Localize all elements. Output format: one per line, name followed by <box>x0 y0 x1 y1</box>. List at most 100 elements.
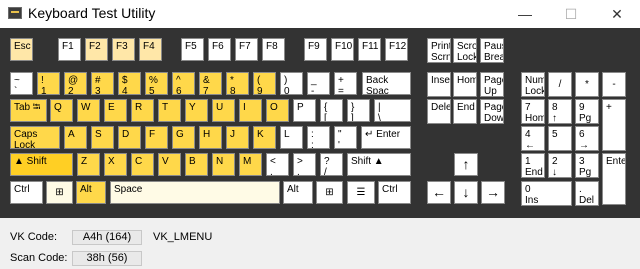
key-home[interactable]: Home <box>453 72 477 97</box>
key-enter[interactable]: ↵ Enter <box>361 126 411 149</box>
key-num-enter[interactable]: Ente <box>602 153 626 205</box>
key-num-8[interactable]: 8 ↑ <box>548 99 572 124</box>
key-left-shift[interactable]: ▲ Shift <box>10 153 73 176</box>
key-a[interactable]: A <box>64 126 87 149</box>
key-num-divide[interactable]: / <box>548 72 572 97</box>
key-g[interactable]: G <box>172 126 195 149</box>
key-backslash[interactable]: | \ <box>374 99 411 122</box>
key-num-plus[interactable]: + <box>602 99 626 151</box>
key-w[interactable]: W <box>77 99 100 122</box>
key-f1[interactable]: F1 <box>58 38 81 61</box>
key-insert[interactable]: Inser <box>427 72 451 97</box>
key-5[interactable]: % 5 <box>145 72 168 95</box>
key-7[interactable]: & 7 <box>199 72 222 95</box>
key-f3[interactable]: F3 <box>112 38 135 61</box>
key-num-0[interactable]: 0 Ins <box>521 181 572 206</box>
key-e[interactable]: E <box>104 99 127 122</box>
key-1[interactable]: ! 1 <box>37 72 60 95</box>
key-n[interactable]: N <box>212 153 235 176</box>
key-y[interactable]: Y <box>185 99 208 122</box>
key-6[interactable]: ^ 6 <box>172 72 195 95</box>
key-slash[interactable]: ? / <box>320 153 343 176</box>
key-t[interactable]: T <box>158 99 181 122</box>
key-num-4[interactable]: 4 ← <box>521 126 545 151</box>
key-menu[interactable]: ☰ <box>347 181 375 204</box>
key-backtick[interactable]: ~ ` <box>10 72 33 95</box>
key-b[interactable]: B <box>185 153 208 176</box>
key-print-screen[interactable]: Print Scrn <box>427 38 451 63</box>
key-arrow-right[interactable]: → <box>481 181 505 204</box>
key-num-decimal[interactable]: . Del <box>575 181 599 206</box>
key-f11[interactable]: F11 <box>358 38 381 61</box>
key-left-alt[interactable]: Alt <box>76 181 106 204</box>
key-z[interactable]: Z <box>77 153 100 176</box>
key-right-ctrl[interactable]: Ctrl <box>378 181 411 204</box>
key-num-minus[interactable]: - <box>602 72 626 97</box>
key-left-win[interactable]: ⊞ <box>46 181 73 204</box>
key-page-up[interactable]: Page Up <box>480 72 504 97</box>
key-arrow-down[interactable]: ↓ <box>454 181 478 204</box>
key-2[interactable]: @ 2 <box>64 72 87 95</box>
key-num-5[interactable]: 5 <box>548 126 572 151</box>
key-f2[interactable]: F2 <box>85 38 108 61</box>
key-r[interactable]: R <box>131 99 154 122</box>
key-period[interactable]: > . <box>293 153 316 176</box>
key-backspace[interactable]: Back Spac <box>362 72 411 95</box>
key-num-lock[interactable]: Num Lock <box>521 72 545 97</box>
key-pause[interactable]: Paus Brea <box>480 38 504 63</box>
key-comma[interactable]: < , <box>266 153 289 176</box>
key-c[interactable]: C <box>131 153 154 176</box>
key-arrow-up[interactable]: ↑ <box>454 153 478 176</box>
key-left-bracket[interactable]: { [ <box>320 99 343 122</box>
key-delete[interactable]: Delet <box>427 99 451 124</box>
minimize-button[interactable]: — <box>502 0 548 28</box>
key-right-bracket[interactable]: } ] <box>347 99 370 122</box>
key-num-multiply[interactable]: * <box>575 72 599 97</box>
key-f[interactable]: F <box>145 126 168 149</box>
key-tab[interactable]: Tab ⭾ <box>10 99 47 122</box>
key-h[interactable]: H <box>199 126 222 149</box>
key-f4[interactable]: F4 <box>139 38 162 61</box>
key-0[interactable]: ) 0 <box>280 72 303 95</box>
key-f10[interactable]: F10 <box>331 38 354 61</box>
key-x[interactable]: X <box>104 153 127 176</box>
key-quote[interactable]: " ' <box>334 126 357 149</box>
key-f8[interactable]: F8 <box>262 38 285 61</box>
key-num-2[interactable]: 2 ↓ <box>548 153 572 178</box>
key-3[interactable]: # 3 <box>91 72 114 95</box>
key-f9[interactable]: F9 <box>304 38 327 61</box>
key-s[interactable]: S <box>91 126 114 149</box>
key-q[interactable]: Q <box>50 99 73 122</box>
key-v[interactable]: V <box>158 153 181 176</box>
key-u[interactable]: U <box>212 99 235 122</box>
key-esc[interactable]: Esc <box>10 38 33 61</box>
key-d[interactable]: D <box>118 126 141 149</box>
key-num-3[interactable]: 3 Pg D <box>575 153 599 178</box>
key-f6[interactable]: F6 <box>208 38 231 61</box>
key-right-alt[interactable]: Alt <box>283 181 313 204</box>
key-f12[interactable]: F12 <box>385 38 408 61</box>
key-arrow-left[interactable]: ← <box>427 181 451 204</box>
key-o[interactable]: O <box>266 99 289 122</box>
maximize-button[interactable]: ☐ <box>548 0 594 28</box>
key-num-6[interactable]: 6 → <box>575 126 599 151</box>
close-button[interactable]: ✕ <box>594 0 640 28</box>
key-page-down[interactable]: Page Dowr <box>480 99 504 124</box>
key-f7[interactable]: F7 <box>235 38 258 61</box>
key-m[interactable]: M <box>239 153 262 176</box>
key-scroll-lock[interactable]: Scrol Lock <box>453 38 477 63</box>
key-j[interactable]: J <box>226 126 249 149</box>
key-k[interactable]: K <box>253 126 276 149</box>
key-4[interactable]: $ 4 <box>118 72 141 95</box>
key-9[interactable]: ( 9 <box>253 72 276 95</box>
key-equals[interactable]: + = <box>334 72 357 95</box>
key-left-ctrl[interactable]: Ctrl <box>10 181 43 204</box>
key-num-9[interactable]: 9 Pg U <box>575 99 599 124</box>
key-minus[interactable]: _ - <box>307 72 330 95</box>
key-right-shift[interactable]: Shift ▲ <box>347 153 411 176</box>
key-caps-lock[interactable]: Caps Lock <box>10 126 60 149</box>
key-8[interactable]: * 8 <box>226 72 249 95</box>
key-l[interactable]: L <box>280 126 303 149</box>
key-end[interactable]: End <box>453 99 477 124</box>
key-space[interactable]: Space <box>110 181 280 204</box>
